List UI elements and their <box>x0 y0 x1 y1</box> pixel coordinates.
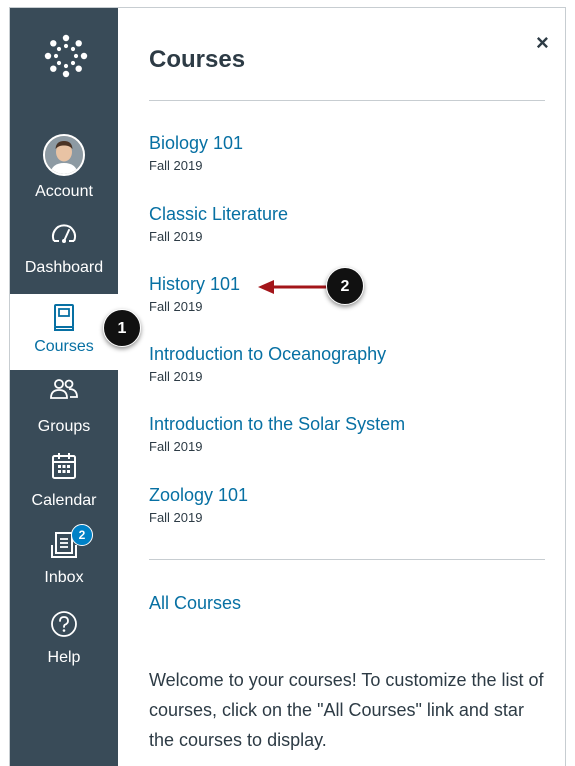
nav-label-account: Account <box>35 183 93 200</box>
app-frame: Account Dashboard Courses Groups Calenda… <box>9 7 566 766</box>
nav-item-account[interactable]: Account <box>10 126 118 202</box>
global-navigation: Account Dashboard Courses Groups Calenda… <box>10 8 118 766</box>
groups-people-icon <box>50 379 78 399</box>
nav-label-dashboard: Dashboard <box>24 259 104 276</box>
canvas-logo-icon[interactable] <box>42 32 90 80</box>
nav-item-inbox[interactable]: 2 Inbox <box>10 524 118 602</box>
person-avatar-icon <box>45 136 83 174</box>
course-link-classic-literature[interactable]: Classic Literature <box>149 203 545 225</box>
tray-divider-top <box>149 100 545 101</box>
course-link-zoology-101[interactable]: Zoology 101 <box>149 484 545 506</box>
course-list-item: Zoology 101 Fall 2019 <box>149 484 545 527</box>
nav-label-courses: Courses <box>34 338 94 355</box>
callout-step-1: 1 <box>103 309 141 347</box>
nav-item-dashboard[interactable]: Dashboard <box>10 215 118 291</box>
course-list-item: Biology 101 Fall 2019 <box>149 132 545 175</box>
welcome-message: Welcome to your courses! To customize th… <box>149 670 544 750</box>
dashboard-gauge-icon <box>52 224 76 243</box>
nav-item-calendar[interactable]: Calendar <box>10 449 118 525</box>
close-icon[interactable]: × <box>536 32 549 54</box>
course-term: Fall 2019 <box>149 510 203 525</box>
course-term: Fall 2019 <box>149 158 203 173</box>
course-list-item: Introduction to Oceanography Fall 2019 <box>149 343 545 386</box>
course-list-item: Classic Literature Fall 2019 <box>149 203 545 246</box>
nav-item-groups[interactable]: Groups <box>10 372 118 448</box>
course-link-introduction-to-oceanography[interactable]: Introduction to Oceanography <box>149 343 545 365</box>
inbox-unread-badge: 2 <box>71 524 93 546</box>
tray-title: Courses <box>149 46 246 73</box>
tray-divider-bottom <box>149 559 545 560</box>
nav-label-calendar: Calendar <box>31 492 97 509</box>
all-courses-link[interactable]: All Courses <box>149 593 241 614</box>
help-question-icon <box>51 611 77 637</box>
nav-item-help[interactable]: Help <box>10 606 118 682</box>
course-link-biology-101[interactable]: Biology 101 <box>149 132 545 154</box>
course-term: Fall 2019 <box>149 229 203 244</box>
courses-tray: Courses × Biology 101 Fall 2019 Classic … <box>118 8 565 766</box>
callout-arrow-icon <box>258 280 330 294</box>
course-term: Fall 2019 <box>149 439 203 454</box>
callout-step-2: 2 <box>326 267 364 305</box>
course-term: Fall 2019 <box>149 369 203 384</box>
course-list-item: Introduction to the Solar System Fall 20… <box>149 413 545 456</box>
course-link-introduction-to-the-solar-system[interactable]: Introduction to the Solar System <box>149 413 545 435</box>
user-avatar <box>43 134 85 176</box>
nav-item-courses[interactable]: Courses <box>10 294 118 370</box>
calendar-icon <box>52 453 76 479</box>
courses-book-icon <box>54 304 74 331</box>
nav-label-help: Help <box>47 649 81 666</box>
nav-label-groups: Groups <box>37 418 91 435</box>
nav-label-inbox: Inbox <box>44 569 84 586</box>
